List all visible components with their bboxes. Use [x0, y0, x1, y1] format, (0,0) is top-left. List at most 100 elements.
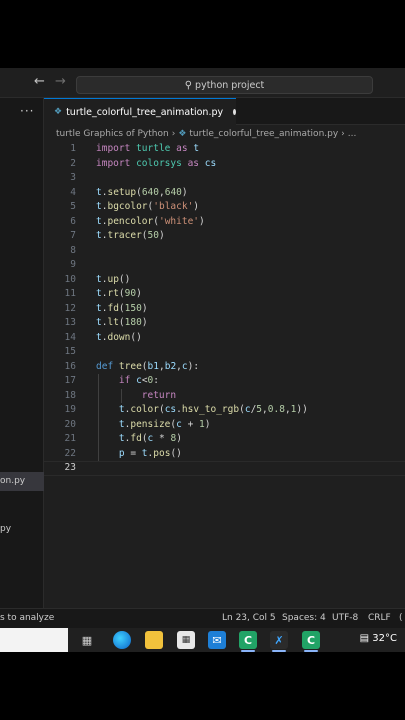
code-line[interactable]: 3 — [44, 171, 405, 186]
code-line[interactable]: 10 t.up() — [44, 273, 405, 288]
unsaved-dot-icon[interactable] — [233, 109, 236, 115]
code-text: t.tracer(50) — [96, 230, 165, 241]
status-indentation[interactable]: Spaces: 4 — [282, 613, 326, 623]
code-editor[interactable]: 1 import turtle as t 2 import colorsys as c… — [44, 142, 405, 608]
task-view-icon[interactable]: ▦ — [78, 631, 96, 649]
line-number: 18 — [64, 389, 76, 401]
code-text: p = t.pos() — [118, 447, 182, 459]
code-text: def tree(b1,b2,c): — [96, 360, 200, 372]
line-number: 13 — [64, 317, 76, 328]
indent-guide — [98, 374, 99, 461]
code-text: if c<0: — [118, 375, 160, 386]
line-number: 10 — [64, 273, 76, 285]
search-icon: ⚲ — [184, 79, 193, 91]
line-number: 2 — [70, 157, 76, 169]
back-arrow-icon[interactable]: ← — [34, 74, 45, 89]
line-number: 7 — [70, 230, 76, 241]
chevron-right-icon: › — [341, 128, 345, 139]
camtasia-icon[interactable]: C — [239, 631, 257, 649]
python-file-icon: ❖ — [54, 107, 63, 117]
code-line[interactable]: 23 — [44, 461, 405, 476]
forward-arrow-icon[interactable]: → — [55, 74, 66, 89]
code-line[interactable]: 13 t.lt(180) — [44, 316, 405, 331]
code-text: t.pensize(c + 1) — [118, 418, 211, 430]
code-line[interactable]: 2 import colorsys as cs — [44, 157, 405, 172]
code-text: import turtle as t — [96, 143, 200, 154]
status-eol[interactable]: CRLF — [368, 613, 391, 623]
more-actions-icon[interactable]: ··· — [20, 104, 34, 118]
line-number: 17 — [64, 375, 76, 386]
vscode-icon[interactable]: ✗ — [270, 631, 288, 649]
selected-file-item[interactable]: on.py — [0, 472, 44, 491]
line-number: 19 — [64, 404, 76, 415]
code-text: t.color(cs.hsv_to_rgb(c/5,0.8,1)) — [118, 404, 308, 415]
breadcrumb-file[interactable]: turtle_colorful_tree_animation.py — [189, 129, 338, 139]
video-top-border — [0, 0, 405, 68]
code-text: t.lt(180) — [96, 317, 148, 328]
file-explorer-icon[interactable] — [145, 631, 163, 649]
code-text: t.rt(90) — [96, 288, 142, 299]
tab-label: turtle_colorful_tree_animation.py — [66, 106, 224, 118]
system-tray[interactable]: ▤ 32°C — [360, 633, 397, 644]
code-text: t.setup(640,640) — [96, 186, 188, 198]
windows-taskbar: ▦ ▦ ✉ C ✗ C ▤ 32°C — [0, 628, 405, 652]
code-text: import colorsys as cs — [96, 157, 217, 169]
code-line[interactable]: 12 t.fd(150) — [44, 302, 405, 317]
code-line[interactable]: 11 t.rt(90) — [44, 287, 405, 302]
camtasia-recorder-icon[interactable]: C — [302, 631, 320, 649]
code-text: t.fd(150) — [96, 302, 148, 314]
code-line[interactable]: 16 def tree(b1,b2,c): — [44, 360, 405, 375]
breadcrumb-more[interactable]: ... — [348, 129, 357, 139]
line-number: 23 — [64, 462, 76, 473]
code-text: return — [141, 389, 177, 401]
code-text: t.down() — [96, 331, 142, 343]
line-number: 16 — [64, 360, 76, 372]
edge-browser-icon[interactable] — [113, 631, 131, 649]
line-number: 22 — [64, 447, 76, 459]
code-line[interactable]: 6 t.pencolor('white') — [44, 215, 405, 230]
code-text: t.up() — [96, 273, 131, 285]
code-line[interactable]: 7 t.tracer(50) — [44, 229, 405, 244]
line-number: 4 — [70, 186, 76, 198]
status-analyze[interactable]: s to analyze — [0, 613, 54, 623]
breadcrumb-folder[interactable]: turtle Graphics of Python — [56, 129, 169, 139]
line-number: 12 — [64, 302, 76, 314]
line-number: 8 — [70, 244, 76, 256]
indent-guide — [121, 388, 122, 403]
editor-tab[interactable]: ❖ turtle_colorful_tree_animation.py — [44, 98, 236, 125]
code-line[interactable]: 5 t.bgcolor('black') — [44, 200, 405, 215]
line-number: 6 — [70, 215, 76, 227]
taskbar-search-box[interactable] — [0, 628, 68, 652]
explorer-sidebar: ··· on.py py — [0, 98, 44, 608]
line-number: 1 — [70, 143, 76, 154]
status-bar: s to analyze Ln 23, Col 5 Spaces: 4 UTF-… — [0, 608, 405, 628]
file-item-fragment[interactable]: py — [0, 524, 11, 534]
line-number: 20 — [64, 418, 76, 430]
search-text: python project — [195, 79, 265, 91]
breadcrumb: turtle Graphics of Python › ❖ turtle_col… — [44, 125, 405, 142]
tab-bar: ❖ turtle_colorful_tree_animation.py — [44, 98, 405, 125]
code-line[interactable]: 8 — [44, 244, 405, 259]
line-number: 9 — [70, 259, 76, 270]
code-line[interactable]: 1 import turtle as t — [44, 142, 405, 157]
code-line[interactable]: 4 t.setup(640,640) — [44, 186, 405, 201]
line-number: 11 — [64, 288, 76, 299]
status-encoding[interactable]: UTF-8 — [332, 613, 358, 623]
code-line[interactable]: 15 — [44, 345, 405, 360]
command-center-search[interactable]: ⚲ python project — [76, 76, 373, 94]
code-text: t.pencolor('white') — [96, 215, 205, 227]
temperature: 32°C — [372, 633, 397, 644]
code-line[interactable]: 14 t.down() — [44, 331, 405, 346]
mail-icon[interactable]: ✉ — [208, 631, 226, 649]
chevron-right-icon: › — [171, 128, 176, 139]
weather-icon: ▤ — [359, 633, 370, 644]
video-bottom-border — [0, 652, 405, 720]
line-number: 5 — [70, 201, 76, 212]
status-cursor-position[interactable]: Ln 23, Col 5 — [222, 613, 276, 623]
python-file-icon: ❖ — [178, 128, 187, 139]
status-more[interactable]: ( — [399, 613, 403, 623]
code-text: t.fd(c * 8) — [118, 433, 182, 444]
line-number: 14 — [64, 331, 76, 343]
code-line[interactable]: 9 — [44, 258, 405, 273]
store-icon[interactable]: ▦ — [177, 631, 195, 649]
